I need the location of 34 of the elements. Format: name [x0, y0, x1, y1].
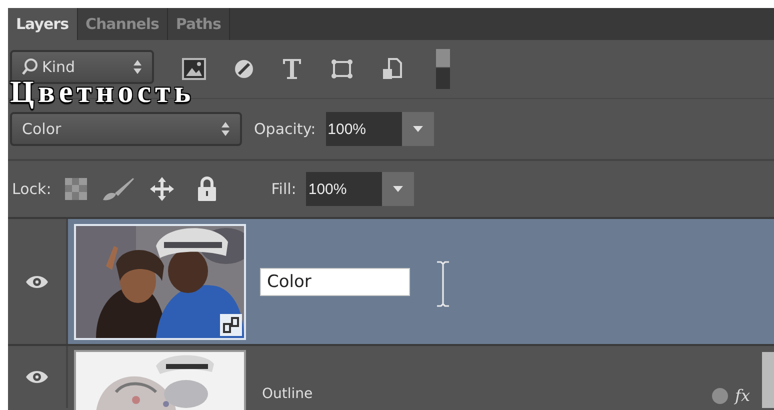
lock-label: Lock: — [12, 180, 52, 198]
updown-arrows-icon — [133, 59, 142, 75]
filter-toggle-icon[interactable] — [436, 49, 450, 89]
type-icon[interactable] — [282, 58, 302, 80]
smart-object-icon[interactable] — [382, 57, 402, 81]
layer-name[interactable]: Outline — [262, 386, 313, 402]
brush-icon[interactable] — [101, 176, 136, 202]
updown-arrows-icon — [221, 121, 230, 137]
panel-tab[interactable]: Channels — [78, 8, 168, 40]
opacity-field[interactable]: 100% — [326, 112, 402, 146]
move-icon[interactable] — [149, 176, 176, 202]
effects-label[interactable]: fx — [735, 386, 750, 405]
blend-mode-dropdown[interactable]: Color — [10, 112, 242, 146]
opacity-label: Opacity: — [254, 120, 316, 138]
fill-label: Fill: — [271, 180, 296, 198]
shape-icon[interactable] — [330, 58, 354, 80]
eye-icon[interactable] — [25, 274, 49, 290]
adjustment-icon[interactable] — [234, 59, 254, 79]
text-cursor-icon — [436, 261, 450, 307]
layer-name-field[interactable]: Color — [260, 268, 410, 296]
fill-field[interactable]: 100% — [306, 172, 382, 206]
opacity-dropdown-button[interactable] — [402, 112, 434, 146]
layer-row[interactable]: Color — [68, 219, 774, 344]
scrollbar-thumb[interactable] — [762, 352, 774, 408]
search-icon — [22, 58, 38, 76]
panel-tab[interactable]: Paths — [168, 8, 230, 40]
panel-tab[interactable]: Layers — [8, 8, 78, 40]
dropdown-arrow-icon — [393, 186, 404, 192]
eye-icon[interactable] — [25, 369, 49, 385]
image-icon[interactable] — [182, 58, 206, 80]
fill-dropdown-button[interactable] — [382, 172, 414, 206]
dropdown-arrow-icon — [412, 126, 423, 132]
lock-icon[interactable] — [197, 176, 218, 202]
lock-pixels-icon[interactable] — [65, 178, 88, 200]
